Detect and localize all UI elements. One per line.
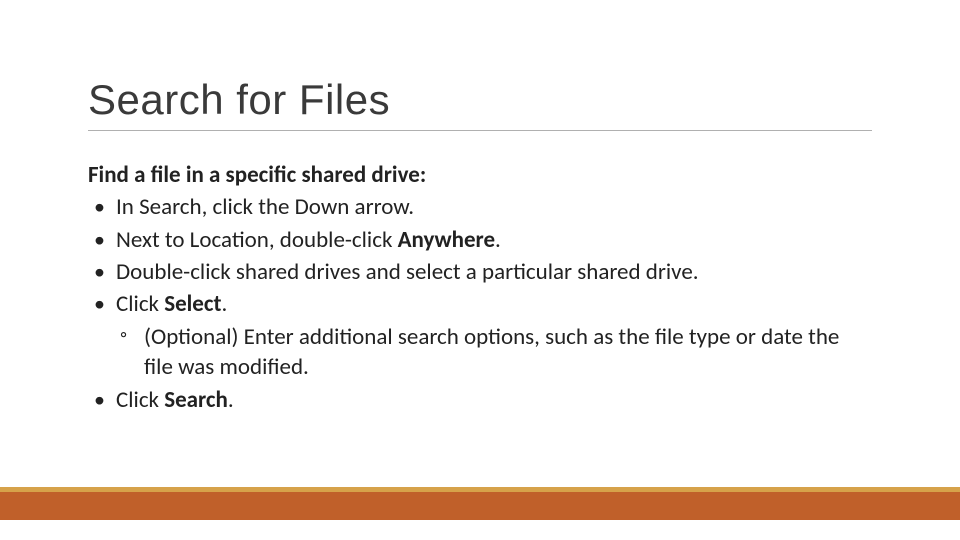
- body-block: Find a file in a specific shared drive: …: [88, 160, 872, 417]
- slide-title: Search for Files: [88, 76, 872, 124]
- title-rule: [88, 130, 872, 131]
- list-text: Double-click shared drives and select a …: [116, 258, 699, 286]
- list-item: In Search, click the Down arrow.: [88, 192, 872, 222]
- list-text: .: [228, 386, 234, 414]
- list-text: .: [495, 226, 501, 254]
- sub-list: (Optional) Enter additional search optio…: [116, 322, 872, 383]
- list-text: Next to Location, double-click: [116, 226, 398, 254]
- list-item: Click Search.: [88, 385, 872, 415]
- title-block: Search for Files: [88, 76, 872, 131]
- slide: Search for Files Find a file in a specif…: [0, 0, 960, 540]
- list-text: (Optional) Enter additional search optio…: [144, 323, 839, 381]
- sub-list-item: (Optional) Enter additional search optio…: [116, 322, 872, 383]
- list-text-bold: Select: [164, 290, 221, 318]
- footer-bar: [0, 492, 960, 520]
- list-item: Next to Location, double-click Anywhere.: [88, 225, 872, 255]
- list-text: .: [221, 290, 227, 318]
- bullet-list: In Search, click the Down arrow. Next to…: [88, 192, 872, 415]
- list-text: Click: [116, 290, 164, 318]
- subheading: Find a file in a specific shared drive:: [88, 160, 872, 190]
- list-text: In Search, click the Down arrow.: [116, 193, 414, 221]
- list-item: Double-click shared drives and select a …: [88, 257, 872, 287]
- list-item: Click Select. (Optional) Enter additiona…: [88, 289, 872, 382]
- list-text-bold: Anywhere: [398, 226, 495, 254]
- list-text: Click: [116, 386, 164, 414]
- list-text-bold: Search: [164, 386, 228, 414]
